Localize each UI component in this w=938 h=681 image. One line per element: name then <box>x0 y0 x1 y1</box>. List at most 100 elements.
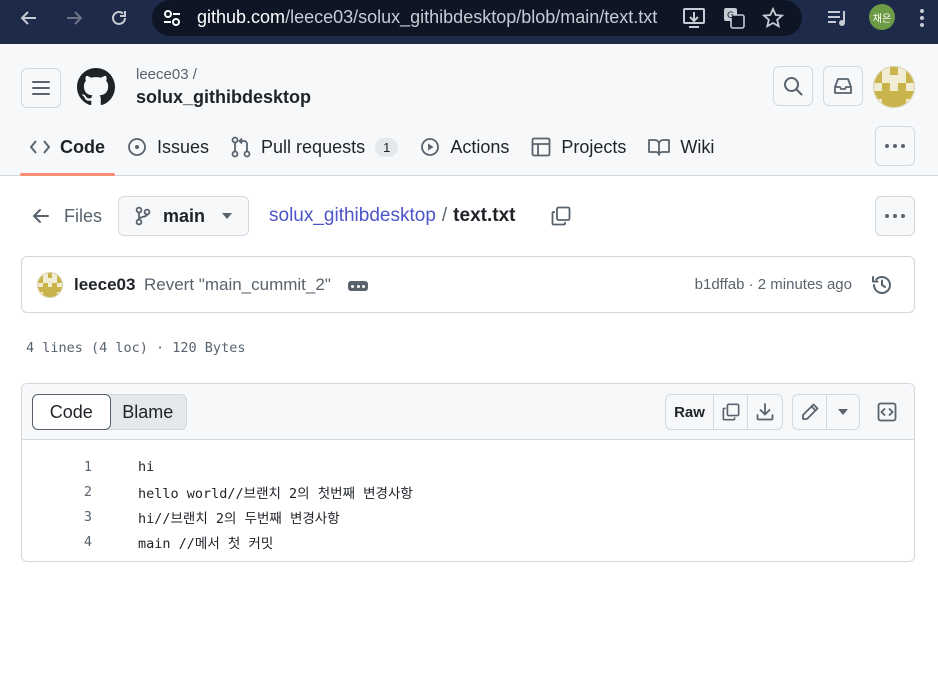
inbox-icon <box>834 78 852 94</box>
edit-actions-group <box>792 394 860 430</box>
code-viewer-toolbar: Code Blame Raw <box>22 384 914 440</box>
branch-name: main <box>163 205 206 226</box>
tab-code[interactable]: Code <box>20 127 115 176</box>
hamburger-menu-button[interactable] <box>21 68 61 108</box>
history-icon[interactable] <box>870 273 894 297</box>
tab-issues-label: Issues <box>157 136 210 157</box>
code-line: 3 hi//브랜치 2의 두번째 변경사항 <box>22 504 914 529</box>
download-icon <box>756 403 774 421</box>
tab-issues[interactable]: Issues <box>117 127 219 167</box>
code-square-icon <box>877 402 897 422</box>
raw-button[interactable]: Raw <box>666 395 714 429</box>
git-branch-icon <box>135 206 151 226</box>
commit-author-link[interactable]: leece03 <box>74 275 135 295</box>
url-text[interactable]: github.com/leece03/solux_githibdesktop/b… <box>197 7 657 28</box>
github-logo-icon[interactable] <box>77 68 115 106</box>
table-icon <box>531 137 551 157</box>
line-number[interactable]: 2 <box>22 484 92 500</box>
caret-down-icon <box>222 213 232 219</box>
commit-expand-ellipsis-icon[interactable] <box>348 281 368 291</box>
svg-text:G: G <box>727 11 734 21</box>
commit-author-avatar[interactable] <box>37 272 63 298</box>
user-avatar[interactable] <box>873 66 915 108</box>
blame-view-button[interactable]: Blame <box>110 395 187 429</box>
repo-more-button[interactable] <box>875 126 915 166</box>
latest-commit-box: leece03 Revert "main_cummit_2" b1dffab ·… <box>21 256 915 313</box>
line-content: hello world//브랜치 2의 첫번째 변경사항 <box>138 485 413 502</box>
tab-pull-requests-label: Pull requests <box>261 136 366 157</box>
tab-wiki-label: Wiki <box>680 136 715 157</box>
play-icon <box>421 138 440 156</box>
tab-actions-label: Actions <box>450 136 510 157</box>
arrow-left-icon <box>33 209 49 223</box>
kebab-horizontal-icon <box>885 214 905 218</box>
browser-toolbar: github.com/leece03/solux_githibdesktop/b… <box>0 0 938 44</box>
raw-actions-group: Raw <box>665 394 783 430</box>
identicon <box>874 67 914 107</box>
translate-icon[interactable]: G <box>722 6 746 30</box>
tab-projects[interactable]: Projects <box>521 127 636 167</box>
code-view-button[interactable]: Code <box>32 394 111 430</box>
edit-options-dropdown[interactable] <box>827 395 859 429</box>
url-host: github.com <box>197 7 286 27</box>
pencil-icon <box>801 403 818 420</box>
code-line: 1 hi <box>22 454 914 479</box>
repo-name-link[interactable]: solux_githibdesktop <box>136 87 311 108</box>
git-pull-request-icon <box>231 136 251 158</box>
reload-icon[interactable] <box>105 4 133 32</box>
site-settings-icon[interactable] <box>162 8 182 28</box>
line-content: main //메서 첫 커밋 <box>138 535 274 552</box>
url-path: /leece03/solux_githibdesktop/blob/main/t… <box>285 7 658 27</box>
line-number[interactable]: 3 <box>22 509 92 525</box>
pull-requests-count-badge: 1 <box>375 137 399 157</box>
copy-raw-button[interactable] <box>714 395 748 429</box>
tab-actions[interactable]: Actions <box>410 127 519 167</box>
address-bar[interactable]: github.com/leece03/solux_githibdesktop/b… <box>152 0 802 36</box>
search-icon <box>784 77 803 96</box>
install-app-icon[interactable] <box>682 6 706 30</box>
breadcrumb-separator: / <box>441 205 448 226</box>
files-toggle-button[interactable]: Files <box>24 196 110 236</box>
code-icon <box>30 140 50 154</box>
tab-projects-label: Projects <box>561 136 627 157</box>
forward-arrow-icon[interactable] <box>60 4 88 32</box>
code-lines: 1 hi 2 hello world//브랜치 2의 첫번째 변경사항 3 hi//브… <box>22 454 914 554</box>
code-line: 4 main //메서 첫 커밋 <box>22 529 914 554</box>
repo-tabs: Code Issues Pull requests 1 Actions Proj… <box>20 127 726 176</box>
symbols-panel-button[interactable] <box>875 400 899 424</box>
download-raw-button[interactable] <box>748 395 782 429</box>
edit-file-button[interactable] <box>793 395 827 429</box>
commit-message-link[interactable]: Revert "main_cummit_2" <box>144 275 331 295</box>
bookmark-star-icon[interactable] <box>761 6 785 30</box>
tab-pull-requests[interactable]: Pull requests 1 <box>221 127 408 167</box>
book-icon <box>648 139 671 156</box>
search-button[interactable] <box>773 66 813 106</box>
line-number[interactable]: 1 <box>22 459 92 475</box>
repo-owner-link[interactable]: leece03 / <box>136 66 197 83</box>
commit-sha-time[interactable]: b1dffab · 2 minutes ago <box>695 276 852 293</box>
kebab-horizontal-icon <box>885 144 905 148</box>
line-content: hi <box>138 458 155 475</box>
identicon <box>38 273 62 297</box>
caret-down-icon <box>838 409 848 415</box>
copy-icon <box>551 206 571 226</box>
view-mode-toggle: Code Blame <box>32 394 187 430</box>
file-more-button[interactable] <box>875 196 915 236</box>
breadcrumb-repo-link[interactable]: solux_githibdesktop <box>269 205 436 226</box>
line-content: hi//브랜치 2의 두번째 변경사항 <box>138 510 340 527</box>
code-viewer: Code Blame Raw 1 hi 2 hello world//브랜치 2의 <box>21 383 915 562</box>
code-line: 2 hello world//브랜치 2의 첫번째 변경사항 <box>22 479 914 504</box>
inbox-button[interactable] <box>823 66 863 106</box>
media-queue-icon[interactable] <box>826 6 850 30</box>
tab-code-label: Code <box>60 136 105 157</box>
copy-path-button[interactable] <box>549 204 573 228</box>
browser-profile-avatar[interactable]: 채은 <box>869 4 895 30</box>
breadcrumb: solux_githibdesktop / text.txt <box>269 205 515 227</box>
line-number[interactable]: 4 <box>22 534 92 550</box>
file-stats: 4 lines (4 loc) · 120 Bytes <box>26 340 246 356</box>
repo-header: leece03 / solux_githibdesktop Code Issue… <box>0 44 938 176</box>
browser-menu-icon[interactable] <box>910 6 934 30</box>
back-arrow-icon[interactable] <box>15 4 43 32</box>
branch-selector[interactable]: main <box>118 196 249 236</box>
tab-wiki[interactable]: Wiki <box>638 127 724 167</box>
